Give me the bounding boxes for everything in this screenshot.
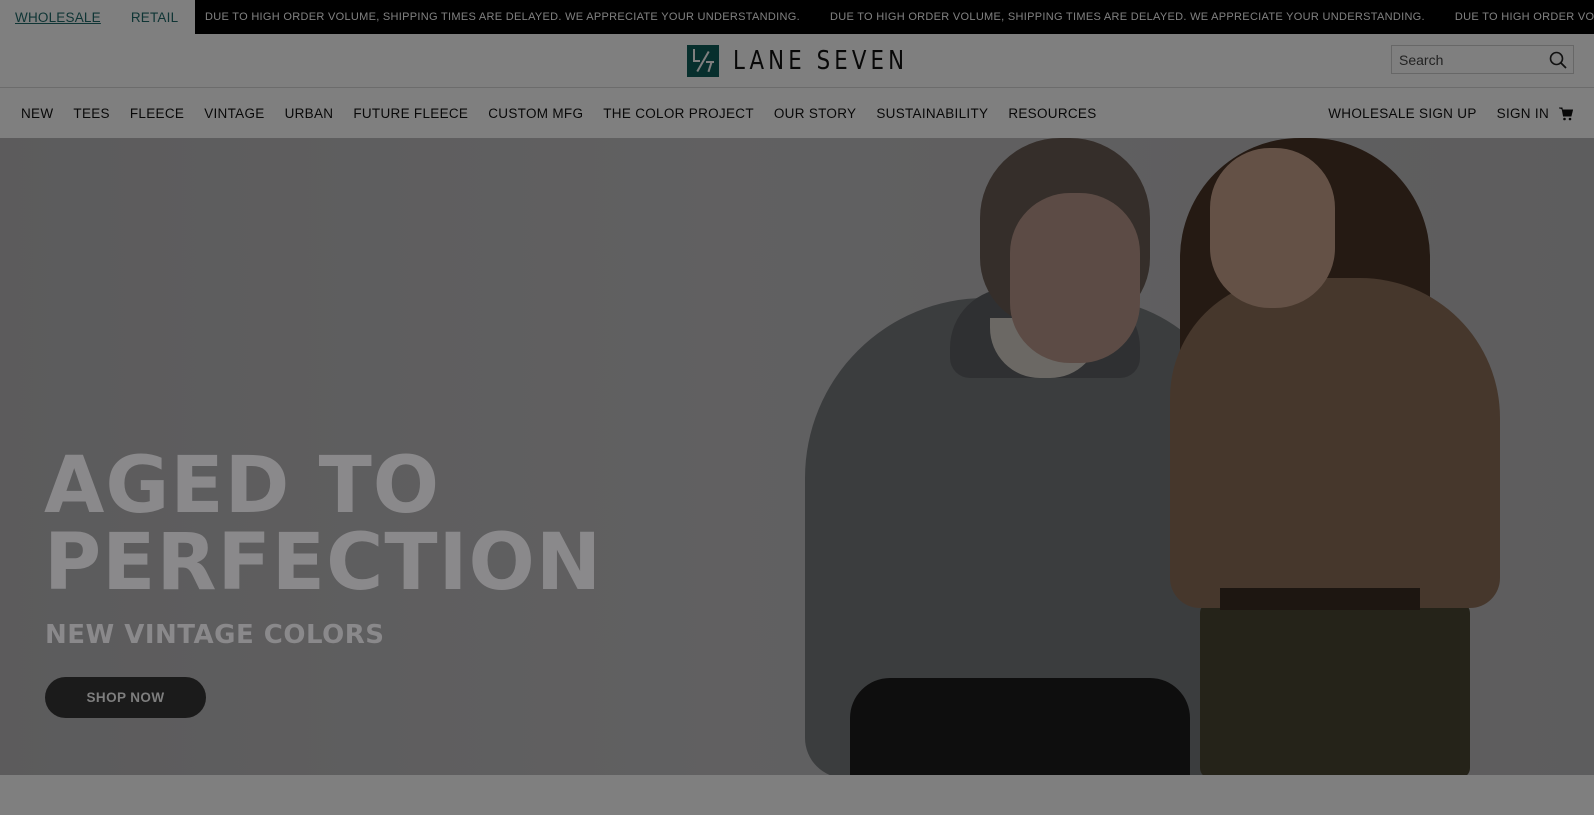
hero-model-image <box>1200 603 1470 775</box>
hero-model-image <box>1170 278 1500 608</box>
nav-item-resources[interactable]: RESOURCES <box>1008 106 1096 121</box>
nav-item-custom-mfg[interactable]: CUSTOM MFG <box>488 106 583 121</box>
site-logo[interactable]: LANE SEVEN <box>687 45 947 77</box>
top-bar: WHOLESALE RETAIL DUE TO HIGH ORDER VOLUM… <box>0 0 1594 34</box>
nav-item-future-fleece[interactable]: FUTURE FLEECE <box>353 106 468 121</box>
main-nav: NEW TEES FLEECE VINTAGE URBAN FUTURE FLE… <box>0 89 1594 138</box>
hero-title-line: AGED TO <box>44 441 441 531</box>
wholesale-signup-link[interactable]: WHOLESALE SIGN UP <box>1328 106 1476 121</box>
search-box[interactable] <box>1391 45 1574 74</box>
search-icon[interactable] <box>1549 51 1567 69</box>
nav-item-fleece[interactable]: FLEECE <box>130 106 184 121</box>
nav-item-new[interactable]: NEW <box>21 106 53 121</box>
announcement-text: DUE TO HIGH ORDER VOLUME, SHIPPING TIMES… <box>205 11 800 23</box>
announcement-marquee: DUE TO HIGH ORDER VOLUME, SHIPPING TIMES… <box>195 0 1594 34</box>
nav-item-color-project[interactable]: THE COLOR PROJECT <box>603 106 754 121</box>
cart-icon[interactable] <box>1559 107 1573 121</box>
announcement-text: DUE TO HIGH ORDER VOLUME, SHIPPING TIMES… <box>829 11 1425 23</box>
nav-categories: NEW TEES FLEECE VINTAGE URBAN FUTURE FLE… <box>21 106 1117 121</box>
hero-model-image <box>1010 193 1140 363</box>
hero-title-line: PERFECTION <box>44 518 603 608</box>
search-input[interactable] <box>1399 51 1539 68</box>
hero-model-image <box>1220 588 1420 610</box>
nav-item-our-story[interactable]: OUR STORY <box>774 106 856 121</box>
nav-item-vintage[interactable]: VINTAGE <box>204 106 264 121</box>
site-header: LANE SEVEN <box>0 34 1594 88</box>
nav-item-sustainability[interactable]: SUSTAINABILITY <box>876 106 988 121</box>
retail-link[interactable]: RETAIL <box>131 10 178 25</box>
store-switcher: WHOLESALE RETAIL <box>0 0 195 34</box>
logo-mark-icon <box>687 45 719 77</box>
shop-now-button[interactable]: SHOP NOW <box>45 677 206 718</box>
announcement-text: DUE TO HIGH ORDER VOL <box>1454 11 1594 23</box>
logo-wordmark: LANE SEVEN <box>733 46 909 76</box>
page-content-below <box>0 775 1594 815</box>
hero-subtitle: NEW VINTAGE COLORS <box>45 620 385 650</box>
hero-model-image <box>850 678 1190 775</box>
nav-item-urban[interactable]: URBAN <box>285 106 334 121</box>
hero-model-image <box>1210 148 1335 308</box>
sign-in-link[interactable]: SIGN IN <box>1497 106 1549 121</box>
nav-account: WHOLESALE SIGN UP SIGN IN <box>1308 106 1573 121</box>
wholesale-link[interactable]: WHOLESALE <box>15 10 101 25</box>
hero-title: AGED TO PERFECTION <box>44 441 603 608</box>
nav-item-tees[interactable]: TEES <box>73 106 109 121</box>
